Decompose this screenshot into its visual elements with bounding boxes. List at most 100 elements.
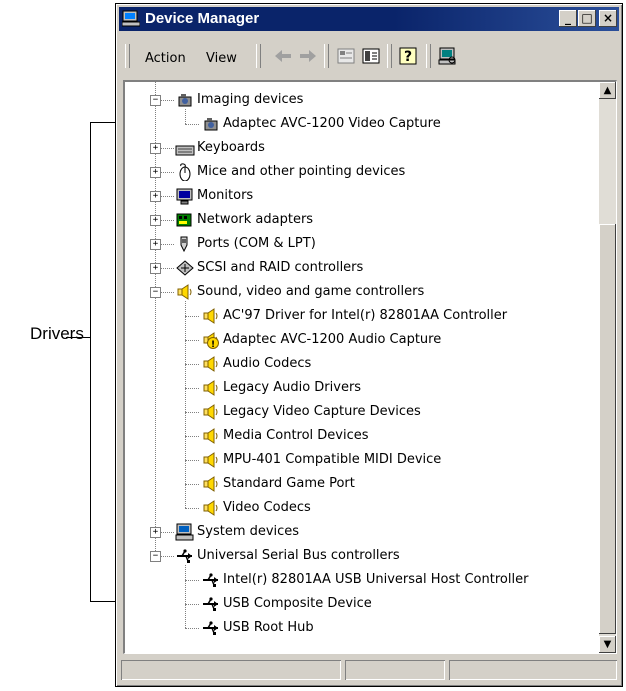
usb-icon <box>177 549 192 563</box>
callout-connector <box>66 337 90 338</box>
speaker-icon <box>203 500 218 516</box>
tree-item-label: USB Composite Device <box>223 596 372 611</box>
tree-connector <box>161 172 174 173</box>
tree-connector <box>161 556 174 557</box>
properties-icon[interactable] <box>335 46 357 66</box>
device-manager-window: Device Manager _ □ × Action View ? ▲ ▼ I… <box>115 3 623 687</box>
tree-connector <box>185 484 199 485</box>
speaker-icon <box>203 356 218 372</box>
tree-item-label: Video Codecs <box>223 500 311 515</box>
status-panel-main <box>121 660 341 680</box>
toolbar-separator <box>324 44 329 68</box>
tree-item-label: Keyboards <box>197 140 265 155</box>
close-button[interactable]: × <box>599 10 617 27</box>
back-arrow-icon[interactable] <box>272 46 294 66</box>
collapse-toggle[interactable]: − <box>150 287 161 298</box>
expand-toggle[interactable]: + <box>150 191 161 202</box>
tree-item-label: USB Root Hub <box>223 620 314 635</box>
tree-connector <box>161 268 174 269</box>
toolbar-separator <box>426 44 431 68</box>
tree-item-label: Mice and other pointing devices <box>197 164 406 179</box>
tree-item-label: Media Control Devices <box>223 428 369 443</box>
title-bar[interactable]: Device Manager _ □ × <box>119 7 619 31</box>
camera-icon <box>178 94 192 107</box>
drivers-callout-label: Drivers <box>30 324 84 343</box>
tree-item-label: Ports (COM & LPT) <box>197 236 316 251</box>
status-bar <box>119 658 619 684</box>
scroll-thumb[interactable] <box>599 224 616 634</box>
usb-icon <box>203 597 218 611</box>
status-panel-middle <box>345 660 445 680</box>
expand-toggle[interactable]: + <box>150 527 161 538</box>
collapse-toggle[interactable]: − <box>150 95 161 106</box>
expand-toggle[interactable]: + <box>150 215 161 226</box>
menu-action[interactable]: Action <box>145 51 186 66</box>
tree-item-label: Monitors <box>197 188 254 203</box>
view-icon[interactable] <box>360 46 382 66</box>
tree-item-label: System devices <box>197 524 300 539</box>
tree-connector <box>185 124 199 125</box>
device-manager-app-icon <box>122 10 140 27</box>
toolbar-grip <box>256 44 261 68</box>
usb-icon <box>203 573 218 587</box>
status-panel-right <box>449 660 617 680</box>
minimize-button[interactable]: _ <box>559 10 577 27</box>
tree-connector <box>161 292 174 293</box>
maximize-button[interactable]: □ <box>578 10 596 27</box>
tree-connector <box>185 628 199 629</box>
tree-item-label: Imaging devices <box>197 92 304 107</box>
tree-connector <box>185 436 199 437</box>
tree-item-label: Sound, video and game controllers <box>197 284 425 299</box>
tree-connector <box>161 148 174 149</box>
forward-arrow-icon[interactable] <box>297 46 319 66</box>
camera-icon <box>204 118 218 131</box>
vertical-scrollbar[interactable]: ▲ ▼ <box>599 82 616 653</box>
collapse-toggle[interactable]: − <box>150 551 161 562</box>
speaker-icon <box>203 428 218 444</box>
toolbar-grip[interactable] <box>125 44 130 68</box>
tree-connector <box>185 565 186 628</box>
scan-hardware-icon[interactable] <box>437 46 459 66</box>
scroll-up-button[interactable]: ▲ <box>599 82 616 99</box>
device-tree[interactable]: ▲ ▼ Imaging devices − Adaptec AVC-1200 Vid… <box>123 80 617 654</box>
toolbar: Action View ? <box>119 34 619 76</box>
tree-connector <box>185 301 186 508</box>
tree-item-label: Standard Game Port <box>223 476 355 491</box>
tree-item-label: AC'97 Driver for Intel(r) 82801AA Contro… <box>223 308 508 323</box>
usb-icon <box>203 621 218 635</box>
speaker-icon <box>203 452 218 468</box>
tree-item-label: Legacy Audio Drivers <box>223 380 362 395</box>
tree-connector <box>185 460 199 461</box>
expand-toggle[interactable]: + <box>150 239 161 250</box>
tree-item-label: Adaptec AVC-1200 Video Capture <box>223 116 441 131</box>
svg-text:?: ? <box>404 49 412 65</box>
window-title: Device Manager <box>145 10 260 27</box>
tree-item-label: MPU-401 Compatible MIDI Device <box>223 452 442 467</box>
menu-view[interactable]: View <box>206 51 237 66</box>
tree-connector <box>185 388 199 389</box>
tree-connector <box>161 532 174 533</box>
tree-connector <box>161 196 174 197</box>
expand-toggle[interactable]: + <box>150 263 161 274</box>
svg-text:!: ! <box>211 340 215 349</box>
tree-connector <box>185 316 199 317</box>
speaker-icon <box>177 284 192 300</box>
scroll-down-button[interactable]: ▼ <box>599 636 616 653</box>
port-icon <box>180 236 188 253</box>
tree-connector <box>161 244 174 245</box>
scsi-icon <box>176 260 194 276</box>
tree-item-label: Adaptec AVC-1200 Audio Capture <box>223 332 442 347</box>
mouse-icon <box>179 163 191 181</box>
speaker-icon <box>203 308 218 324</box>
speaker-icon <box>203 476 218 492</box>
expand-toggle[interactable]: + <box>150 167 161 178</box>
expand-toggle[interactable]: + <box>150 143 161 154</box>
tree-item-label: Network adapters <box>197 212 314 227</box>
tree-connector <box>161 220 174 221</box>
tree-connector <box>185 109 186 124</box>
tree-connector <box>185 508 199 509</box>
speaker-icon <box>203 380 218 396</box>
tree-connector <box>161 100 174 101</box>
tree-connector <box>185 412 199 413</box>
help-icon[interactable]: ? <box>398 46 420 66</box>
